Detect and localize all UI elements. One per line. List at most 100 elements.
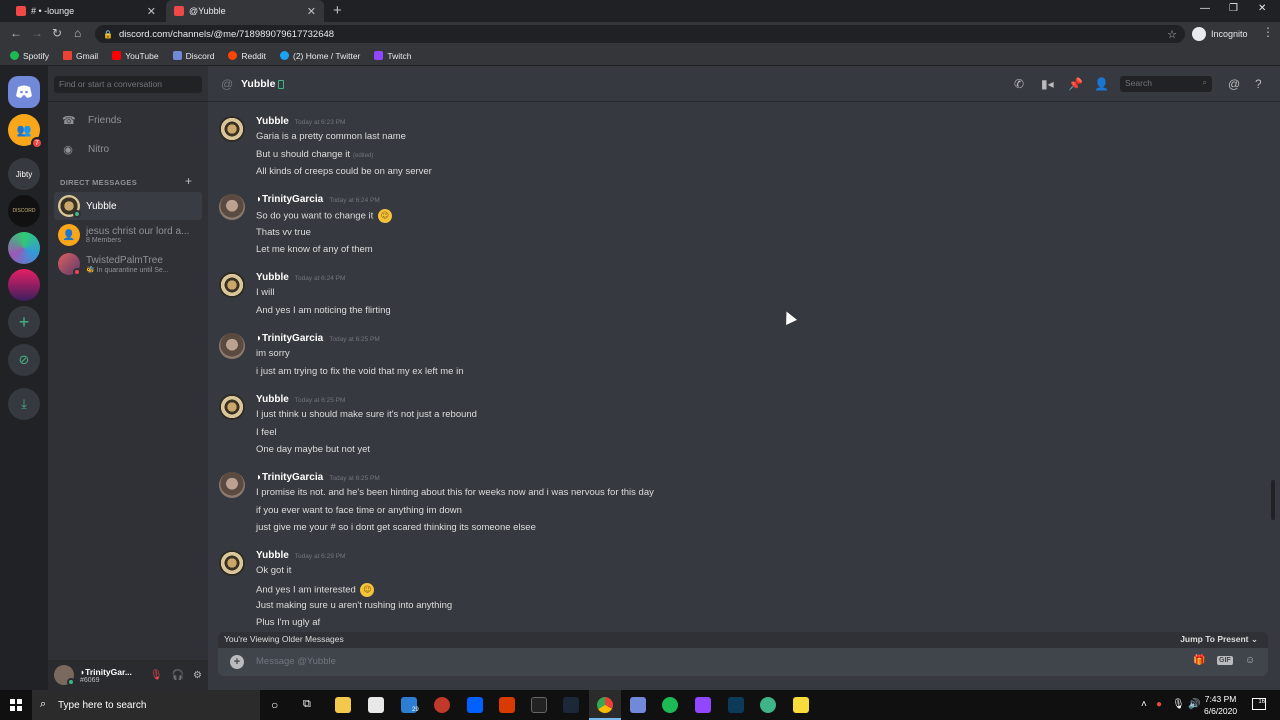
notification-center-icon[interactable]: 16 (1252, 698, 1266, 710)
window-close-icon[interactable]: ✕ (1258, 3, 1266, 14)
download-apps-button[interactable]: ⤓ (8, 388, 40, 420)
video-call-icon[interactable]: ▮◂ (1041, 77, 1054, 91)
message-author[interactable]: Yubble (256, 116, 289, 127)
headphones-icon[interactable]: 🎧 (172, 670, 184, 681)
bookmark-star-icon[interactable]: ☆ (1167, 28, 1177, 41)
pin-icon[interactable]: 📌 (1068, 77, 1083, 91)
twitch-taskbar-icon[interactable] (695, 697, 711, 713)
bookmark-twitch[interactable]: Twitch (374, 51, 411, 61)
add-friend-icon[interactable]: 👤 (1094, 77, 1109, 91)
server-jibty[interactable]: Jibty (8, 158, 40, 190)
avatar[interactable] (219, 272, 245, 298)
reload-icon[interactable]: ↻ (52, 26, 62, 40)
message-author[interactable]: Yubble (256, 394, 289, 405)
close-icon[interactable]: ✕ (147, 5, 156, 18)
task-view-icon[interactable]: ⧉ (303, 698, 311, 711)
message-author[interactable]: ◗TrinityGarcia (256, 333, 323, 344)
avatar[interactable] (219, 550, 245, 576)
tab-yubble[interactable]: @Yubble ✕ (166, 0, 324, 22)
message-author[interactable]: Yubble (256, 272, 289, 283)
scrollbar-thumb[interactable] (1271, 480, 1275, 520)
discord-taskbar-icon[interactable] (630, 697, 646, 713)
emoji-picker-icon[interactable]: ☺ (1245, 655, 1255, 666)
forward-icon[interactable]: → (31, 26, 43, 40)
dm-item-twistedpalmtree[interactable]: TwistedPalmTree 🐝 In quarantine until Se… (54, 250, 202, 278)
server-globe[interactable] (8, 232, 40, 264)
windows-start-icon[interactable] (10, 699, 22, 711)
message-author[interactable]: Yubble (256, 550, 289, 561)
bookmark-discord[interactable]: Discord (172, 51, 214, 61)
help-icon[interactable]: ? (1255, 77, 1262, 91)
avatar[interactable] (219, 472, 245, 498)
chevron-up-icon[interactable]: ˄ (1141, 699, 1147, 710)
microphone-icon[interactable]: 🎙 (1172, 699, 1185, 710)
close-icon[interactable]: ✕ (307, 5, 316, 18)
avatar[interactable] (219, 194, 245, 220)
sticky-notes-icon[interactable] (793, 697, 809, 713)
app-green-icon[interactable] (760, 697, 776, 713)
sidebar-item-nitro[interactable]: ◉ Nitro (54, 137, 202, 161)
gift-icon[interactable]: 🎁 (1193, 655, 1205, 666)
bookmark-reddit[interactable]: Reddit (228, 51, 266, 61)
taskbar-search[interactable]: ⌕ Type here to search (32, 690, 260, 720)
app-bolt-icon[interactable] (531, 697, 547, 713)
call-icon[interactable]: ✆ (1014, 77, 1024, 91)
sidebar-item-friends[interactable]: ☎ Friends (54, 108, 202, 132)
bookmark-spotify[interactable]: Spotify (10, 51, 49, 61)
store-icon[interactable] (368, 697, 384, 713)
app-red-icon[interactable] (434, 697, 450, 713)
upload-plus-icon[interactable]: + (230, 655, 244, 669)
steam-icon[interactable] (563, 697, 579, 713)
message-input[interactable]: Message @Yubble (256, 656, 336, 667)
gear-icon[interactable]: ⚙ (193, 670, 202, 681)
incognito-indicator[interactable]: Incognito (1192, 27, 1248, 41)
jump-label: Jump To Present (1180, 634, 1249, 644)
restore-icon[interactable]: ❐ (1229, 3, 1238, 14)
message-list[interactable]: Yubble Today at 6:23 PM Garia is a pretty… (208, 102, 1270, 632)
message-text: I will (256, 287, 275, 298)
new-tab-icon[interactable]: + (333, 2, 342, 19)
bookmark-youtube[interactable]: YouTube (112, 51, 159, 61)
dm-item-yubble[interactable]: Yubble (54, 192, 202, 220)
back-icon[interactable]: ← (10, 26, 22, 40)
volume-icon[interactable]: 🔊 (1188, 699, 1200, 710)
group-dm-button[interactable]: 👥 7 (8, 114, 43, 149)
search-input[interactable]: Search ⌕ (1120, 76, 1212, 92)
system-clock[interactable]: 7:43 PM 6/6/2020 (1204, 693, 1237, 717)
office-icon[interactable] (499, 697, 515, 713)
dropbox-icon[interactable] (467, 697, 483, 713)
server-discord[interactable]: DISCORD (8, 195, 40, 227)
message-author[interactable]: ◗TrinityGarcia (256, 472, 323, 483)
mentions-icon[interactable]: @ (1228, 77, 1240, 91)
avatar[interactable] (54, 665, 75, 686)
file-explorer-icon[interactable] (335, 697, 351, 713)
dm-search-input[interactable]: Find or start a conversation (54, 76, 202, 93)
minimize-icon[interactable]: — (1200, 3, 1210, 14)
bookmark-twitter[interactable]: (2) Home / Twitter (280, 51, 360, 61)
explore-servers-button[interactable]: ⊘ (8, 344, 40, 376)
mute-icon[interactable]: 🎙 (150, 670, 163, 681)
tray-app-icon[interactable]: ● (1156, 699, 1162, 710)
menu-kebab-icon[interactable]: ⋮ (1262, 25, 1274, 39)
bookmark-gmail[interactable]: Gmail (63, 51, 98, 61)
app-blue-icon[interactable] (728, 697, 744, 713)
avatar[interactable] (219, 116, 245, 142)
address-bar[interactable]: 🔒 discord.com/channels/@me/7189890796177… (95, 25, 1185, 43)
avatar[interactable] (219, 333, 245, 359)
cortana-icon[interactable]: ○ (271, 698, 278, 712)
create-dm-icon[interactable]: + (185, 174, 192, 188)
chrome-icon[interactable] (597, 697, 613, 713)
tab-lounge[interactable]: # • -lounge ✕ (8, 0, 164, 22)
add-server-button[interactable]: + (8, 306, 40, 338)
spotify-taskbar-icon[interactable] (662, 697, 678, 713)
jump-to-present-button[interactable]: Jump To Present ⌄ (1180, 634, 1258, 645)
server-pink[interactable] (8, 269, 40, 301)
scrollbar[interactable] (1270, 102, 1276, 632)
home-icon[interactable]: ⌂ (74, 26, 81, 40)
gif-button[interactable]: GIF (1217, 656, 1233, 665)
tab-label: @Yubble (189, 6, 226, 16)
avatar[interactable] (219, 394, 245, 420)
dm-item-group[interactable]: 👤 jesus christ our lord a... 8 Members (54, 221, 202, 249)
home-button[interactable] (8, 76, 40, 108)
message-author[interactable]: ◗TrinityGarcia (256, 194, 323, 205)
